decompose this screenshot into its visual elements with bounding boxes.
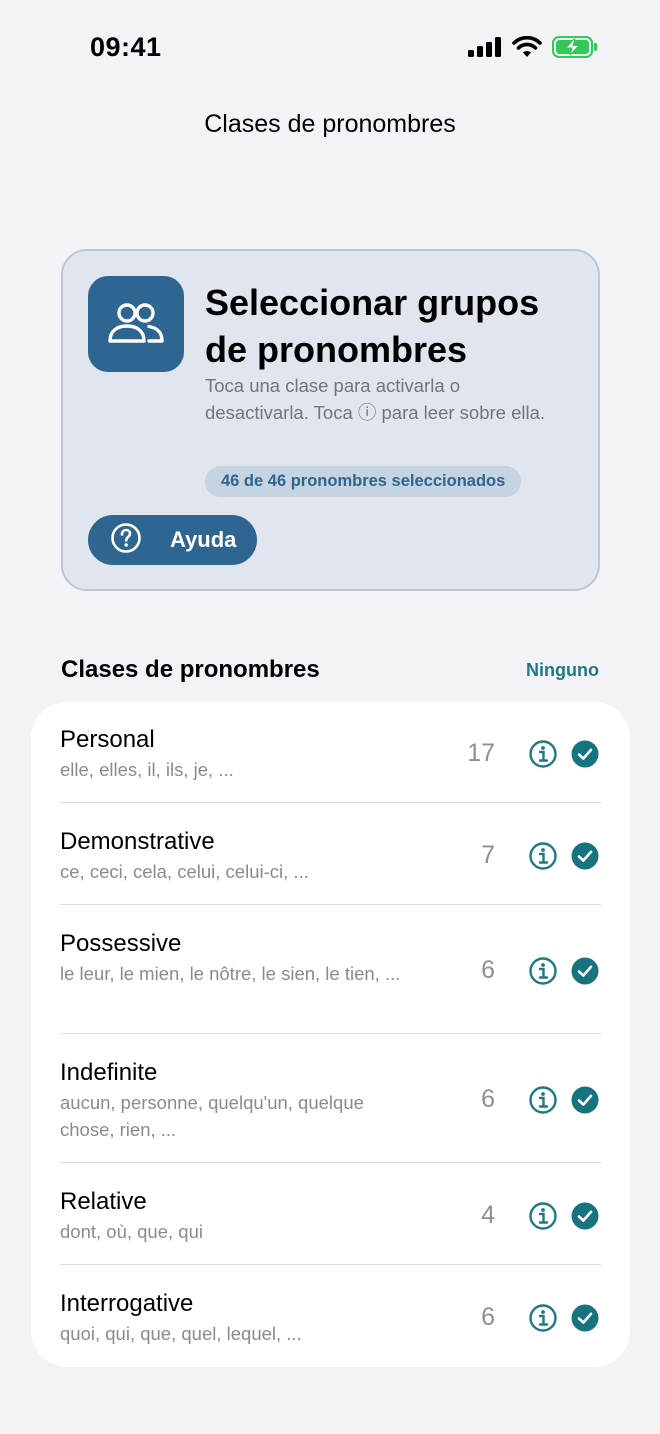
row-title: Indefinite bbox=[60, 1059, 158, 1086]
row-count: 7 bbox=[481, 841, 495, 869]
help-button-label: Ayuda bbox=[170, 527, 237, 552]
checkmark-circle-icon[interactable] bbox=[571, 842, 599, 870]
header-description: Toca una clase para activarla o desactiv… bbox=[205, 375, 546, 423]
status-time: 09:41 bbox=[90, 32, 162, 62]
row-examples: aucun, personne, quelqu'un, quelque chos… bbox=[60, 1092, 364, 1140]
info-icon[interactable] bbox=[528, 1201, 558, 1231]
row-examples: dont, où, que, qui bbox=[60, 1221, 203, 1242]
info-icon[interactable] bbox=[528, 1303, 558, 1333]
row-count: 17 bbox=[467, 739, 495, 767]
wifi-icon bbox=[512, 36, 542, 58]
row-count: 4 bbox=[481, 1201, 495, 1229]
help-button[interactable]: Ayuda bbox=[88, 515, 257, 565]
row-examples: elle, elles, il, ils, je, ... bbox=[60, 759, 234, 780]
row-count: 6 bbox=[481, 1303, 495, 1331]
header-title: Seleccionar grupos de pronombres bbox=[205, 282, 540, 370]
selection-count-badge: 46 de 46 pronombres seleccionados bbox=[205, 466, 522, 497]
list-item-relative[interactable]: Relative dont, où, que, qui 4 bbox=[31, 1163, 630, 1265]
info-icon[interactable] bbox=[528, 739, 558, 769]
row-count: 6 bbox=[481, 1085, 495, 1113]
status-bar: 09:41 bbox=[0, 0, 660, 96]
signal-icon bbox=[468, 37, 502, 57]
list-item-personal[interactable]: Personal elle, elles, il, ils, je, ... 1… bbox=[31, 702, 630, 803]
row-examples: ce, ceci, cela, celui, celui-ci, ... bbox=[60, 861, 309, 882]
checkmark-circle-icon[interactable] bbox=[571, 1202, 599, 1230]
nav-title: Clases de pronombres bbox=[204, 110, 456, 138]
list-item-demonstrative[interactable]: Demonstrative ce, ceci, cela, celui, cel… bbox=[31, 803, 630, 905]
list-item-possessive[interactable]: Possessive le leur, le mien, le nôtre, l… bbox=[31, 905, 630, 1034]
checkmark-circle-icon[interactable] bbox=[571, 957, 599, 985]
row-title: Relative bbox=[60, 1188, 147, 1215]
pronoun-class-list: Personal elle, elles, il, ils, je, ... 1… bbox=[31, 702, 630, 1367]
checkmark-circle-icon[interactable] bbox=[571, 1086, 599, 1114]
section-title: Clases de pronombres bbox=[61, 656, 320, 683]
info-icon[interactable] bbox=[528, 1085, 558, 1115]
question-circle-icon bbox=[110, 522, 142, 559]
row-examples: le leur, le mien, le nôtre, le sien, le … bbox=[60, 963, 401, 984]
checkmark-circle-icon[interactable] bbox=[571, 1304, 599, 1332]
checkmark-circle-icon[interactable] bbox=[571, 740, 599, 768]
row-count: 6 bbox=[481, 956, 495, 984]
list-item-indefinite[interactable]: Indefinite aucun, personne, quelqu'un, q… bbox=[31, 1034, 630, 1163]
row-examples: quoi, qui, que, quel, lequel, ... bbox=[60, 1323, 302, 1344]
info-icon[interactable] bbox=[528, 841, 558, 871]
row-title: Demonstrative bbox=[60, 828, 215, 855]
list-item-interrogative[interactable]: Interrogative quoi, qui, que, quel, lequ… bbox=[31, 1265, 630, 1367]
info-icon[interactable] bbox=[528, 956, 558, 986]
select-none-button[interactable]: Ninguno bbox=[526, 660, 599, 681]
row-title: Possessive bbox=[60, 930, 182, 957]
people-icon bbox=[88, 276, 184, 372]
status-icons bbox=[468, 36, 598, 58]
header-card: Seleccionar grupos de pronombres Toca un… bbox=[61, 249, 600, 591]
row-title: Interrogative bbox=[60, 1290, 194, 1317]
battery-charging-icon bbox=[552, 36, 598, 58]
row-title: Personal bbox=[60, 726, 155, 753]
